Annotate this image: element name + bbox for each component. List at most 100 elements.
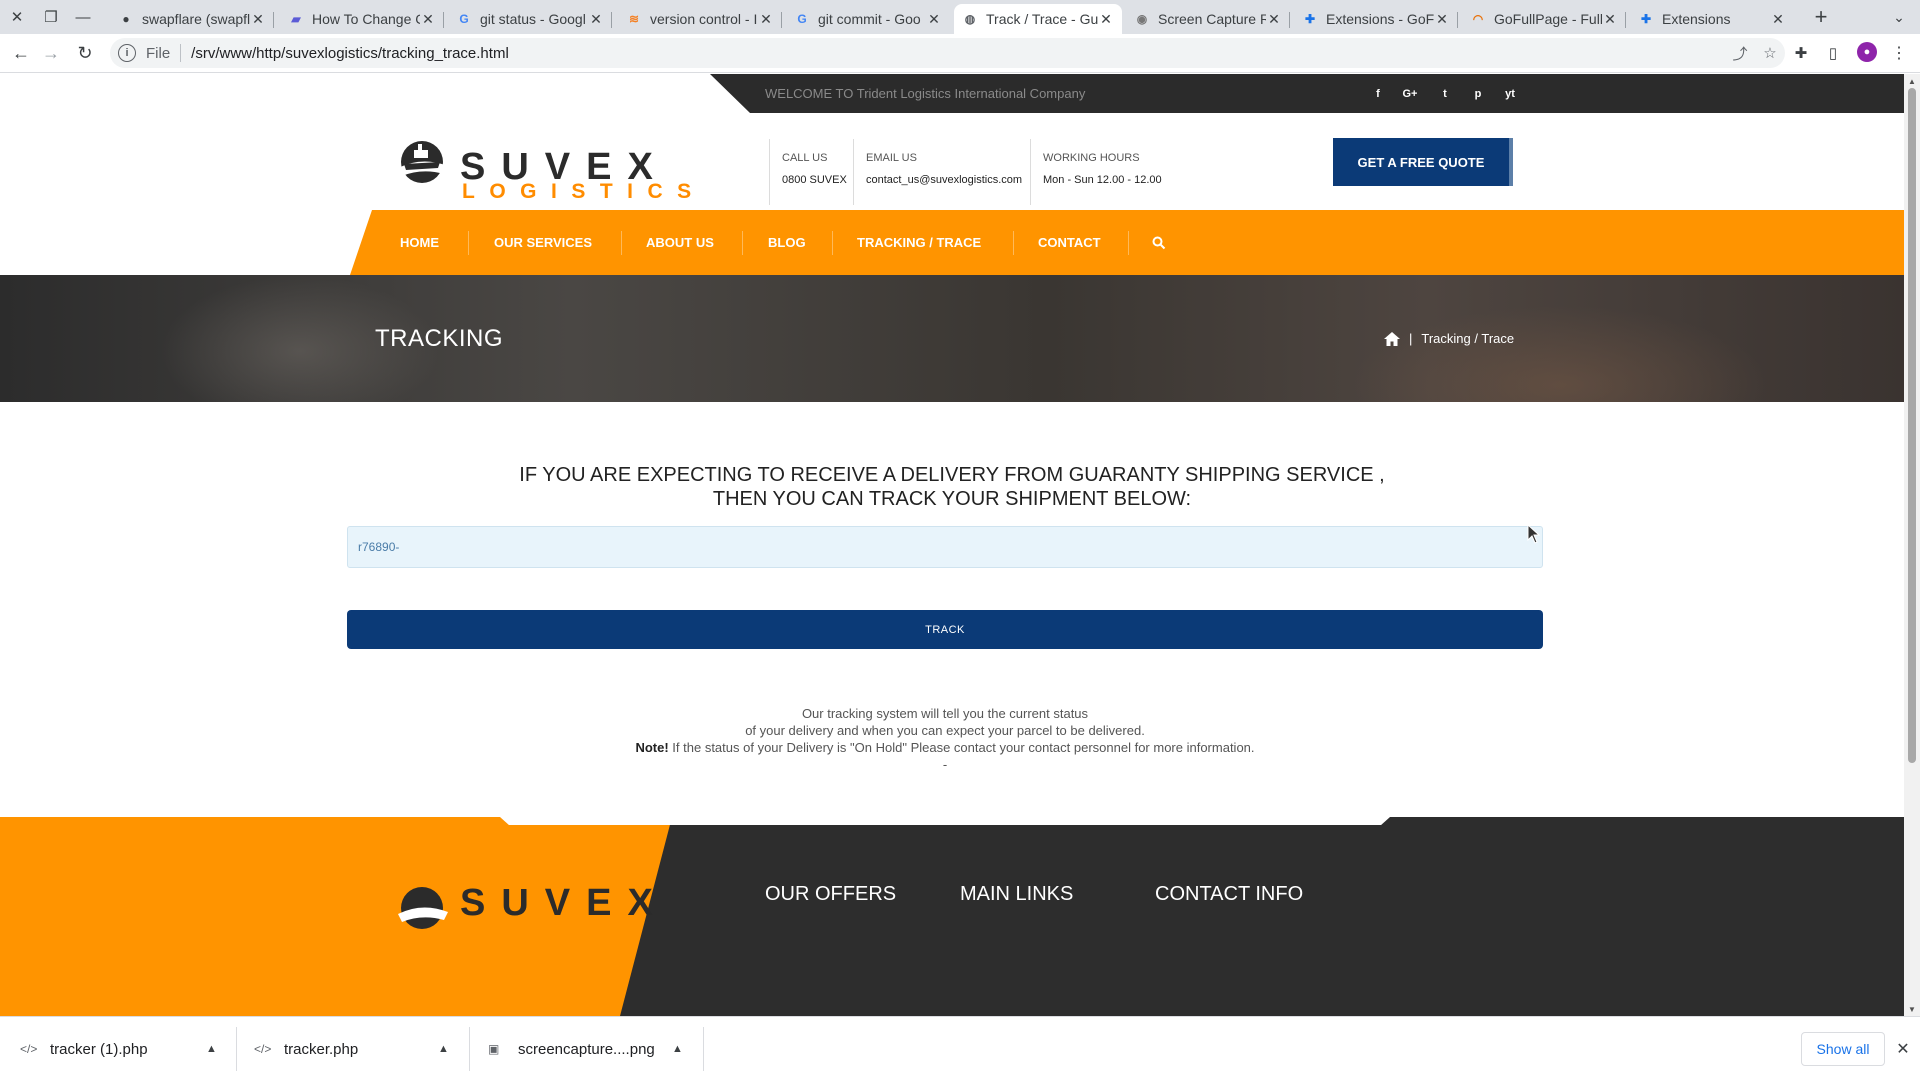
- minimize-window-icon[interactable]: —: [68, 0, 98, 34]
- scroll-down-icon[interactable]: ▼: [1904, 1002, 1920, 1016]
- close-tab-icon[interactable]: ✕: [250, 11, 266, 28]
- footer-contact-info: CONTACT INFO: [1155, 883, 1304, 905]
- site-info-icon[interactable]: i: [118, 44, 136, 62]
- close-tab-icon[interactable]: ✕: [420, 11, 436, 28]
- stackoverflow-icon: ≋: [628, 12, 640, 26]
- nav-tracking-trace[interactable]: TRACKING / TRACE: [857, 210, 981, 275]
- address-url[interactable]: /srv/www/http/suvexlogistics/tracking_tr…: [191, 45, 509, 62]
- gofullpage-icon: ◠: [1472, 12, 1484, 26]
- browser-tab[interactable]: ▰ How To Change C ✕: [280, 4, 444, 34]
- menu-kebab-icon[interactable]: ⋮: [1884, 38, 1914, 68]
- extensions-icon[interactable]: ✚: [1786, 38, 1816, 68]
- top-info-bar: WELCOME TO Trident Logistics Internation…: [0, 74, 1904, 113]
- side-panel-icon[interactable]: ▯: [1818, 38, 1848, 68]
- browser-tab[interactable]: ◠ GoFullPage - Full ✕: [1462, 4, 1626, 34]
- code-file-icon: </>: [254, 1042, 272, 1056]
- new-tab-button[interactable]: +: [1806, 0, 1836, 34]
- email-us-block: EMAIL US contact_us@suvexlogistics.com: [853, 139, 1023, 205]
- mouse-cursor-icon: [1527, 524, 1541, 544]
- back-icon[interactable]: ←: [6, 38, 36, 68]
- youtube-icon[interactable]: yt: [1500, 74, 1520, 113]
- puzzle-icon: ✚: [1640, 12, 1652, 26]
- ship-logo-icon: [398, 887, 448, 929]
- tracking-number-input[interactable]: [347, 526, 1543, 568]
- tab-strip: ✕ ❐ — ● swapflare (swapfl ✕ ▰ How To Cha…: [0, 0, 1920, 34]
- browser-tab-active[interactable]: ◍ Track / Trace - Gu ✕: [954, 4, 1122, 34]
- nav-home[interactable]: HOME: [400, 210, 439, 275]
- logo-word-logistics: LOGISTICS: [462, 180, 706, 203]
- google-icon: G: [797, 12, 807, 26]
- facebook-icon[interactable]: f: [1368, 74, 1388, 113]
- close-tab-icon[interactable]: ✕: [1602, 11, 1618, 28]
- footer-main-links: MAIN LINKS: [960, 883, 1074, 905]
- page-banner: TRACKING | Tracking / Trace: [0, 275, 1904, 402]
- nav-search-icon[interactable]: [1152, 210, 1166, 275]
- close-tab-icon[interactable]: ✕: [1266, 11, 1282, 28]
- close-window-icon[interactable]: ✕: [2, 0, 32, 34]
- chevron-up-icon[interactable]: ▲: [672, 1043, 683, 1055]
- nav-blog[interactable]: BLOG: [768, 210, 806, 275]
- pinterest-icon[interactable]: p: [1468, 74, 1488, 113]
- download-item[interactable]: </> tracker (1).php ▲: [20, 1017, 220, 1080]
- breadcrumb-current: Tracking / Trace: [1421, 331, 1515, 346]
- site-logo[interactable]: SUVEX LOGISTICS: [392, 114, 691, 204]
- tracking-note: Our tracking system will tell you the cu…: [635, 706, 1255, 772]
- welcome-text: WELCOME TO Trident Logistics Internation…: [765, 86, 1086, 101]
- browser-tab[interactable]: ✚ Extensions ✕: [1630, 4, 1794, 34]
- nav-about-us[interactable]: ABOUT US: [646, 210, 714, 275]
- bookmark-star-icon[interactable]: ☆: [1755, 38, 1785, 68]
- close-downloads-icon[interactable]: ✕: [1893, 1032, 1913, 1066]
- home-icon[interactable]: [1384, 331, 1400, 346]
- close-tab-icon[interactable]: ✕: [1770, 11, 1786, 28]
- footer-our-offers: OUR OFFERS: [765, 883, 897, 905]
- browser-tab[interactable]: ◉ Screen Capture R ✕: [1126, 4, 1290, 34]
- track-button[interactable]: TRACK: [347, 610, 1543, 649]
- site-footer: SUVEX OUR OFFERS MAIN LINKS CONTACT INFO: [0, 817, 1904, 1016]
- close-tab-icon[interactable]: ✕: [926, 11, 942, 28]
- twitter-icon[interactable]: t: [1435, 74, 1455, 113]
- google-plus-icon[interactable]: G+: [1400, 74, 1420, 113]
- footer-logo[interactable]: SUVEX: [392, 872, 692, 932]
- page-scrollbar[interactable]: ▲ ▼: [1904, 74, 1920, 1016]
- browser-tab[interactable]: ✚ Extensions - GoFu ✕: [1294, 4, 1458, 34]
- get-quote-button[interactable]: GET A FREE QUOTE: [1333, 138, 1513, 186]
- download-item[interactable]: </> tracker.php ▲: [254, 1017, 454, 1080]
- nav-contact[interactable]: CONTACT: [1038, 210, 1101, 275]
- breadcrumb: | Tracking / Trace: [1384, 275, 1514, 402]
- browser-toolbar: ← → ↻ i File /srv/www/http/suvexlogistic…: [0, 34, 1920, 73]
- image-file-icon: ▣: [488, 1042, 500, 1056]
- browser-tab[interactable]: G git status - Googl ✕: [448, 4, 612, 34]
- chevron-up-icon[interactable]: ▲: [438, 1043, 449, 1055]
- restore-window-icon[interactable]: ❐: [36, 0, 66, 34]
- globe-icon: ◍: [964, 12, 976, 26]
- close-tab-icon[interactable]: ✕: [1098, 11, 1114, 28]
- close-tab-icon[interactable]: ✕: [588, 11, 604, 28]
- close-tab-icon[interactable]: ✕: [758, 11, 774, 28]
- reload-icon[interactable]: ↻: [70, 38, 100, 68]
- email-address[interactable]: contact_us@suvexlogistics.com: [866, 174, 1023, 186]
- page-viewport: WELCOME TO Trident Logistics Internation…: [0, 74, 1904, 1016]
- share-icon[interactable]: ⤴: [1725, 38, 1755, 68]
- tracking-heading: IF YOU ARE EXPECTING TO RECEIVE A DELIVE…: [519, 464, 1385, 510]
- code-file-icon: </>: [20, 1042, 38, 1056]
- browser-tab[interactable]: ≋ version control - I ✕: [618, 4, 782, 34]
- address-bar[interactable]: i File /srv/www/http/suvexlogistics/trac…: [110, 38, 1785, 68]
- ship-logo-icon: [398, 141, 448, 183]
- page-title: TRACKING: [375, 325, 504, 352]
- scrollbar-thumb[interactable]: [1908, 88, 1916, 763]
- close-tab-icon[interactable]: ✕: [1434, 11, 1450, 28]
- tab-search-icon[interactable]: ⌄: [1884, 0, 1914, 34]
- scroll-up-icon[interactable]: ▲: [1904, 74, 1920, 88]
- working-hours-block: WORKING HOURS Mon - Sun 12.00 - 12.00: [1030, 139, 1210, 205]
- nav-our-services[interactable]: OUR SERVICES: [494, 210, 592, 275]
- download-item[interactable]: ▣ screencapture....png ▲: [488, 1017, 688, 1080]
- forward-icon[interactable]: →: [36, 38, 66, 68]
- downloads-bar: </> tracker (1).php ▲ </> tracker.php ▲ …: [0, 1016, 1920, 1080]
- browser-tab[interactable]: ● swapflare (swapfl ✕: [110, 4, 274, 34]
- address-scheme: File: [146, 44, 171, 62]
- browser-tab[interactable]: G git commit - Goo ✕: [786, 4, 950, 34]
- profile-avatar-icon[interactable]: ●: [1857, 42, 1877, 62]
- github-icon: ●: [122, 12, 130, 26]
- chevron-up-icon[interactable]: ▲: [206, 1043, 217, 1055]
- show-all-downloads-button[interactable]: Show all: [1801, 1032, 1885, 1066]
